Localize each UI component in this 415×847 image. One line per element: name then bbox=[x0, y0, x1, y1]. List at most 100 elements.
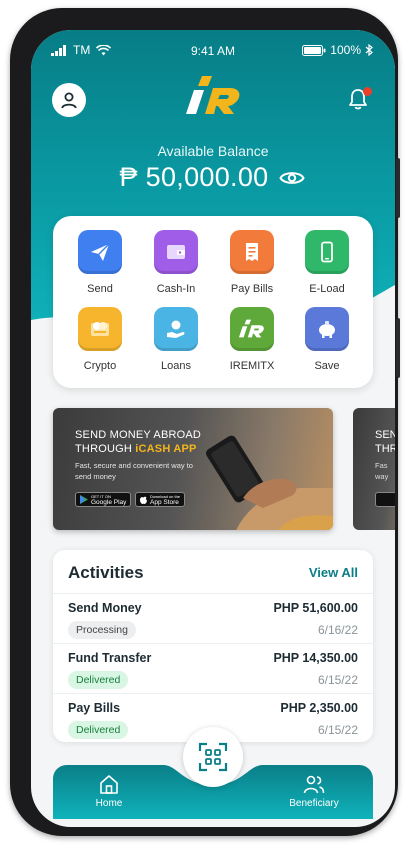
status-badge: Processing bbox=[68, 621, 136, 639]
action-label: E-Load bbox=[309, 283, 345, 295]
banner-next-line-1: SEN bbox=[375, 429, 395, 441]
battery-percentage: 100% bbox=[330, 43, 361, 57]
google-play-text: GET IT ON Google Play bbox=[91, 494, 126, 506]
status-badge: Delivered bbox=[68, 721, 129, 739]
paper-plane-icon bbox=[91, 243, 110, 261]
crypto-coins-icon bbox=[91, 322, 109, 336]
promo-banner-next[interactable]: SEN THR Fas way bbox=[353, 408, 395, 530]
pay-bills-tile bbox=[230, 230, 274, 274]
wallet-icon bbox=[167, 245, 185, 259]
activity-row[interactable]: Fund Transfer PHP 14,350.00 Delivered 6/… bbox=[53, 643, 373, 693]
action-label: Save bbox=[314, 360, 340, 372]
action-crypto[interactable]: Crypto bbox=[65, 307, 135, 372]
activity-amount: PHP 51,600.00 bbox=[273, 601, 358, 615]
activity-name: Send Money bbox=[68, 601, 142, 615]
nav-beneficiary[interactable]: Beneficiary bbox=[264, 765, 364, 819]
scan-qr-button[interactable] bbox=[183, 727, 243, 787]
action-label: Pay Bills bbox=[230, 283, 274, 295]
side-button bbox=[396, 318, 400, 378]
hand-holding-phone-image bbox=[206, 435, 333, 530]
iremitx-tile bbox=[230, 307, 274, 351]
activity-name: Fund Transfer bbox=[68, 651, 152, 665]
activity-date: 6/16/22 bbox=[317, 623, 358, 637]
banner-line-2-prefix: THROUGH bbox=[75, 443, 136, 455]
action-e-load[interactable]: E-Load bbox=[292, 230, 362, 295]
power-button bbox=[396, 158, 400, 218]
balance-amount: ₱ 50,000.00 bbox=[119, 162, 269, 192]
activities-title: Activities bbox=[68, 563, 144, 582]
app-logo bbox=[186, 76, 240, 114]
phone-frame: TM 9:41 AM 100% Available Balance ₱ 50,0… bbox=[10, 8, 400, 836]
hand-coin-icon bbox=[167, 320, 185, 338]
action-label: Crypto bbox=[83, 360, 117, 372]
app-store-badge[interactable]: Download on the App Store bbox=[135, 492, 186, 507]
app-store-text: Download on the App Store bbox=[150, 494, 180, 506]
nav-beneficiary-label: Beneficiary bbox=[289, 798, 339, 809]
qr-scan-icon bbox=[198, 742, 228, 772]
user-icon bbox=[61, 92, 77, 109]
bluetooth-icon bbox=[365, 44, 373, 56]
activity-date: 6/15/22 bbox=[317, 673, 358, 687]
app-store-label: App Store bbox=[150, 498, 179, 506]
e-load-tile bbox=[305, 230, 349, 274]
banner-next-subtitle: Fas way bbox=[375, 460, 388, 482]
action-send[interactable]: Send bbox=[65, 230, 135, 295]
banner-next-title: SEN THR bbox=[375, 428, 395, 456]
action-label: Send bbox=[87, 283, 113, 295]
eye-icon bbox=[279, 171, 306, 184]
piggy-bank-icon bbox=[319, 321, 335, 338]
google-play-badge[interactable]: GET IT ON Google Play bbox=[75, 492, 132, 507]
view-all-link[interactable]: View All bbox=[309, 565, 358, 580]
toggle-balance-visibility-button[interactable] bbox=[278, 164, 306, 192]
quick-actions-card: Send Cash-In Pay Bills E-Load Crypto Loa… bbox=[53, 216, 373, 388]
mobile-phone-icon bbox=[321, 241, 333, 263]
nav-home[interactable]: Home bbox=[59, 765, 159, 819]
banner-next-line-2: THR bbox=[375, 443, 395, 455]
banner-line-2-accent: iCASH APP bbox=[135, 443, 197, 455]
banner-next-store-badge bbox=[375, 492, 395, 507]
action-save[interactable]: Save bbox=[292, 307, 362, 372]
action-iremitx[interactable]: IREMITX bbox=[217, 307, 287, 372]
google-play-icon bbox=[80, 495, 88, 504]
banner-line-2: THROUGH iCASH APP bbox=[75, 442, 201, 456]
activities-card: Activities View All Send Money PHP 51,60… bbox=[53, 550, 373, 742]
nav-home-label: Home bbox=[95, 798, 123, 809]
balance-row: ₱ 50,000.00 bbox=[31, 162, 395, 193]
notifications-button[interactable] bbox=[345, 86, 375, 116]
action-label: IREMITX bbox=[229, 360, 275, 372]
loans-tile bbox=[154, 307, 198, 351]
activity-date: 6/15/22 bbox=[317, 723, 358, 737]
activity-amount: PHP 14,350.00 bbox=[273, 651, 358, 665]
banner-next-sub-1: Fas bbox=[375, 461, 388, 470]
banner-line-1: SEND MONEY ABROAD bbox=[75, 429, 202, 441]
users-icon bbox=[303, 775, 325, 794]
banner-next-sub-2: way bbox=[375, 472, 389, 481]
activity-name: Pay Bills bbox=[68, 701, 121, 715]
apple-icon bbox=[140, 496, 147, 504]
battery-icon bbox=[302, 44, 326, 56]
action-pay-bills[interactable]: Pay Bills bbox=[217, 230, 287, 295]
notification-dot bbox=[363, 87, 372, 96]
save-tile bbox=[305, 307, 349, 351]
promo-banner[interactable]: SEND MONEY ABROAD THROUGH iCASH APP Fast… bbox=[53, 408, 333, 530]
profile-button[interactable] bbox=[52, 83, 86, 117]
cash-in-tile bbox=[154, 230, 198, 274]
google-play-label: Google Play bbox=[91, 498, 127, 506]
app-screen: TM 9:41 AM 100% Available Balance ₱ 50,0… bbox=[31, 30, 395, 827]
banner-subtitle: Fast, secure and convenient way to send … bbox=[75, 461, 193, 481]
home-icon bbox=[100, 775, 118, 794]
activity-row[interactable]: Send Money PHP 51,600.00 Processing 6/16… bbox=[53, 593, 373, 643]
banner-title: SEND MONEY ABROAD THROUGH iCASH APP bbox=[75, 428, 201, 456]
action-label: Cash-In bbox=[156, 283, 196, 295]
iremitx-logo-icon bbox=[238, 319, 264, 338]
status-bar: TM 9:41 AM 100% bbox=[31, 40, 395, 62]
activity-amount: PHP 2,350.00 bbox=[280, 701, 358, 715]
status-badge: Delivered bbox=[68, 671, 129, 689]
action-loans[interactable]: Loans bbox=[141, 307, 211, 372]
receipt-icon bbox=[246, 243, 258, 261]
action-label: Loans bbox=[161, 360, 191, 372]
crypto-tile bbox=[78, 307, 122, 351]
send-tile bbox=[78, 230, 122, 274]
balance-label: Available Balance bbox=[157, 143, 269, 159]
action-cash-in[interactable]: Cash-In bbox=[141, 230, 211, 295]
